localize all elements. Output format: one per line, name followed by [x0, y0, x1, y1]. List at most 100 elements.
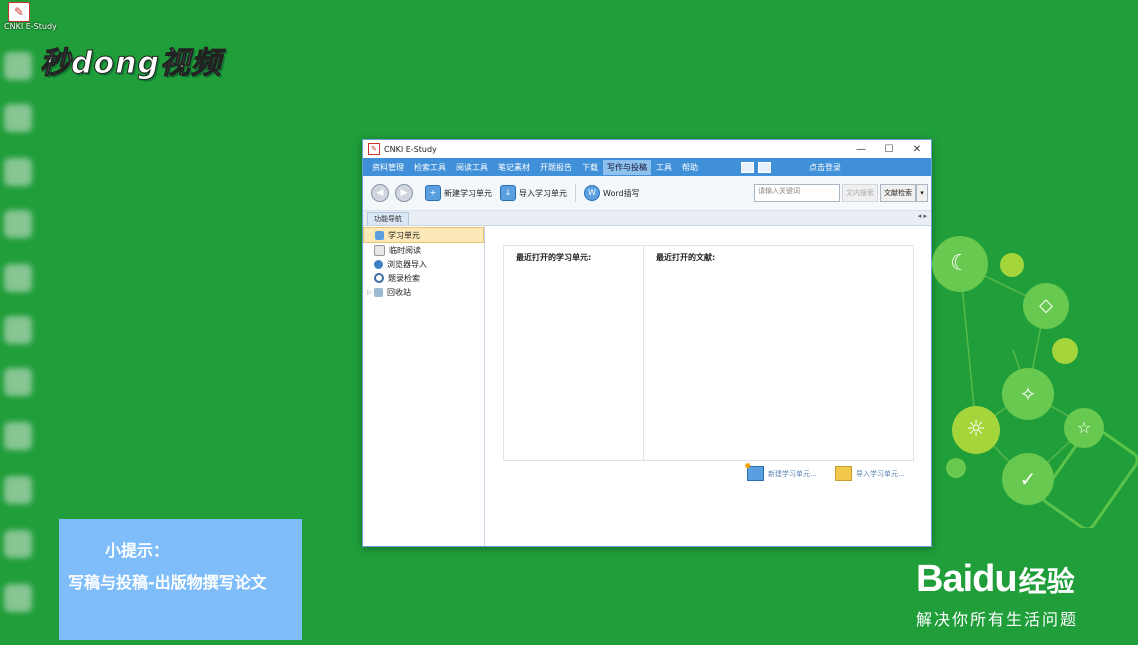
- new-unit-link[interactable]: ✸ 新建学习单元...: [744, 462, 817, 481]
- tip-text: 写稿与投稿-出版物撰写论文: [68, 573, 267, 592]
- login-link[interactable]: 点击登录: [809, 162, 841, 173]
- cnki-desktop-shortcut[interactable]: ✎ CNKI E-Study: [4, 2, 57, 31]
- cnki-app-icon: ✎: [8, 2, 30, 22]
- recent-docs-heading: 最近打开的文献:: [656, 253, 716, 262]
- baidu-jingyan-logo: Baidu经验 解决你所有生活问题: [916, 560, 1078, 630]
- keyword-search-input[interactable]: 请输入关键词: [754, 184, 840, 202]
- desktop-icon[interactable]: [4, 104, 32, 132]
- recent-panel: 最近打开的学习单元: 最近打开的文献:: [503, 245, 914, 461]
- import-unit-icon: ↓: [500, 185, 516, 201]
- dot-icon: [1000, 253, 1024, 277]
- tree-item-label: 临时阅读: [389, 245, 421, 255]
- star-icon: ☆: [1064, 408, 1104, 448]
- nav-tab-row: 功能导航 ◂ ▸: [363, 211, 931, 226]
- desktop-icon[interactable]: [4, 584, 32, 612]
- tree-item-label: 浏览器导入: [387, 259, 427, 269]
- desktop-icon[interactable]: [4, 210, 32, 238]
- new-unit-label: 新建学习单元: [444, 188, 492, 198]
- baidu-slogan: 解决你所有生活问题: [916, 610, 1079, 629]
- literature-search-button[interactable]: 文献检索: [880, 184, 916, 202]
- dot-icon: [1052, 338, 1078, 364]
- app-icon: ✎: [368, 143, 380, 155]
- checkmark-icon: ✓: [1002, 453, 1054, 505]
- tree-item-recycle-bin[interactable]: ▷ 回收站: [363, 285, 484, 299]
- chevron-down-icon[interactable]: ▾: [916, 184, 928, 202]
- view-mode-icon[interactable]: [758, 161, 771, 173]
- menu-download[interactable]: 下载: [577, 162, 603, 173]
- new-unit-icon: ✸: [744, 462, 764, 481]
- desktop-icon-strip: ✎ CNKI E-Study: [0, 0, 57, 645]
- study-unit-icon: [375, 230, 384, 240]
- back-icon[interactable]: ◀: [371, 184, 389, 202]
- video-watermark: 秒dong视频: [40, 46, 222, 82]
- toolbar-divider: [575, 184, 576, 202]
- tab-scroll-arrows-icon[interactable]: ◂ ▸: [918, 212, 927, 220]
- tree-item-study-unit[interactable]: 学习单元: [363, 227, 484, 243]
- start-page: 最近打开的学习单元: 最近打开的文献: ✸ 新建学习单元... 导入学习单元..…: [485, 226, 931, 546]
- import-unit-label: 导入学习单元: [519, 188, 567, 198]
- word-icon: W: [584, 185, 600, 201]
- trash-icon: [374, 287, 383, 297]
- tag-icon: ◇: [1023, 283, 1069, 329]
- menu-proposal-report[interactable]: 开题报告: [535, 162, 577, 173]
- import-unit-link-label: 导入学习单元...: [856, 469, 905, 478]
- tree-item-label: 学习单元: [388, 230, 420, 240]
- puzzle-icon: ✧: [1002, 368, 1054, 420]
- desktop-icon[interactable]: [4, 264, 32, 292]
- decorative-graphic: ☾ ◇ ✧ ☼ ☆ ✓: [930, 228, 1138, 528]
- tip-box: 小提示： 写稿与投稿-出版物撰写论文: [59, 519, 302, 640]
- new-unit-button[interactable]: + 新建学习单元: [425, 185, 492, 201]
- forward-icon[interactable]: ▶: [395, 184, 413, 202]
- new-unit-icon: +: [425, 185, 441, 201]
- tree-item-label: 回收站: [387, 287, 411, 297]
- desktop-icon[interactable]: [4, 52, 32, 80]
- menu-writing-submission[interactable]: 写作与投稿: [603, 159, 651, 175]
- tree-item-temp-reading[interactable]: 临时阅读: [363, 243, 484, 257]
- baidu-logo-text: Bai: [916, 558, 973, 600]
- close-button[interactable]: ✕: [903, 144, 931, 155]
- sun-icon: ☼: [952, 406, 1000, 454]
- word-write-label: Word插写: [603, 188, 640, 198]
- desktop-icon[interactable]: [4, 368, 32, 396]
- import-unit-button[interactable]: ↓ 导入学习单元: [500, 185, 567, 201]
- menu-bar: 资料管理 检索工具 阅读工具 笔记素材 开题报告 下载 写作与投稿 工具 帮助 …: [363, 158, 931, 176]
- new-unit-link-label: 新建学习单元...: [768, 469, 817, 478]
- nav-tree: 学习单元 临时阅读 浏览器导入 题录检索 ▷ 回收站: [363, 226, 485, 546]
- baidu-logo-du: du: [972, 558, 1017, 600]
- in-text-search-button[interactable]: 文内搜索: [842, 184, 878, 202]
- menu-reading-tools[interactable]: 阅读工具: [451, 162, 493, 173]
- maximize-button[interactable]: ☐: [875, 144, 903, 155]
- search-icon: [374, 273, 384, 283]
- recent-units-heading: 最近打开的学习单元:: [516, 253, 592, 262]
- desktop-icon[interactable]: [4, 476, 32, 504]
- jingyan-text: 经验: [1018, 565, 1075, 598]
- menu-resource-management[interactable]: 资料管理: [367, 162, 409, 173]
- recent-units-column: 最近打开的学习单元:: [504, 246, 644, 460]
- menu-search-tools[interactable]: 检索工具: [409, 162, 451, 173]
- menu-tools[interactable]: 工具: [651, 162, 677, 173]
- dot-icon: [946, 458, 966, 478]
- tree-item-browser-import[interactable]: 浏览器导入: [363, 257, 484, 271]
- title-bar: ✎ CNKI E-Study — ☐ ✕: [363, 140, 931, 158]
- menu-notes[interactable]: 笔记素材: [493, 162, 535, 173]
- desktop-icon-caption: CNKI E-Study: [4, 22, 57, 31]
- word-write-button[interactable]: W Word插写: [584, 185, 640, 201]
- tab-function-nav[interactable]: 功能导航: [367, 212, 409, 225]
- menu-help[interactable]: 帮助: [677, 162, 703, 173]
- search-area: 请输入关键词 文内搜索 文献检索 ▾: [754, 184, 928, 202]
- window-title: CNKI E-Study: [384, 144, 437, 154]
- tip-title: 小提示：: [105, 541, 170, 560]
- tree-item-citation-search[interactable]: 题录检索: [363, 271, 484, 285]
- window-body: 学习单元 临时阅读 浏览器导入 题录检索 ▷ 回收站 最近打开的学习单元: 最近…: [363, 226, 931, 546]
- desktop-icon[interactable]: [4, 158, 32, 186]
- desktop-icon[interactable]: [4, 530, 32, 558]
- expand-arrow-icon[interactable]: ▷: [367, 289, 372, 296]
- desktop-icon[interactable]: [4, 422, 32, 450]
- document-icon: [374, 244, 385, 256]
- minimize-button[interactable]: —: [847, 144, 875, 155]
- desktop-icon[interactable]: [4, 316, 32, 344]
- view-mode-icon[interactable]: [741, 161, 754, 173]
- import-unit-link[interactable]: 导入学习单元...: [835, 466, 905, 481]
- globe-icon: [374, 259, 383, 269]
- cnki-estudy-window: ✎ CNKI E-Study — ☐ ✕ 资料管理 检索工具 阅读工具 笔记素材…: [362, 139, 932, 547]
